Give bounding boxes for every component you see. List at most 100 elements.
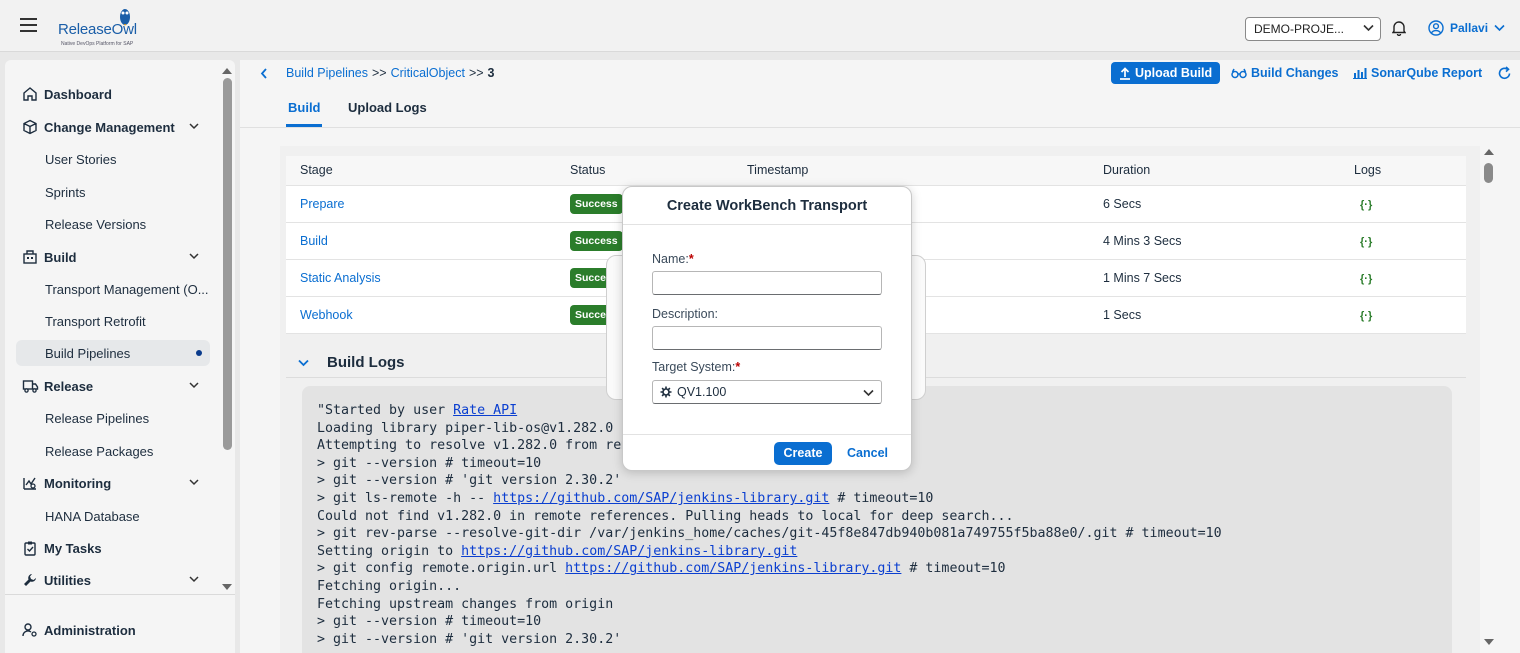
log-line: > git rev-parse --resolve-git-dir /var/j… <box>317 525 1437 543</box>
duration-cell: 6 Secs <box>1089 185 1340 223</box>
scroll-up-icon[interactable] <box>1484 148 1494 156</box>
name-label: Name:* <box>652 252 694 266</box>
menu-icon[interactable] <box>20 18 38 32</box>
log-line-text: > git rev-parse --resolve-git-dir /var/j… <box>317 526 1222 542</box>
sidebar-item-utilities[interactable]: Utilities <box>5 567 215 593</box>
stage-link[interactable]: Prepare <box>300 197 344 211</box>
logs-code-icon[interactable]: {·} <box>1360 310 1372 322</box>
log-line-text: "Started by user <box>317 403 454 418</box>
log-line-link[interactable]: https://github.com/SAP/jenkins-library.g… <box>565 561 901 576</box>
sidebar: Dashboard Change Management User Stories… <box>5 60 235 653</box>
target-system-select[interactable]: QV1.100 <box>652 380 882 404</box>
breadcrumb: Build Pipelines >> CriticalObject >> 3 <box>260 66 495 80</box>
chevron-down-icon <box>189 253 199 260</box>
scroll-down-icon[interactable] <box>1484 638 1494 646</box>
logs-code-icon[interactable]: {·} <box>1360 273 1372 285</box>
log-line-link[interactable]: https://github.com/SAP/jenkins-library.g… <box>461 544 797 559</box>
chevron-down-icon <box>189 382 199 389</box>
chevron-down-icon <box>863 389 874 397</box>
sidebar-item-my-tasks[interactable]: My Tasks <box>5 535 215 561</box>
tab-bar: Build Upload Logs <box>240 90 1520 128</box>
chevron-down-icon <box>189 479 199 486</box>
tab-build[interactable]: Build <box>288 100 321 115</box>
sonarqube-report-button[interactable]: SonarQube Report <box>1353 62 1482 84</box>
back-chevron-icon[interactable] <box>260 67 268 79</box>
log-line: Setting origin to https://github.com/SAP… <box>317 543 1437 561</box>
sidebar-item-transport-retrofit[interactable]: Transport Retrofit <box>5 308 215 334</box>
description-label: Description: <box>652 307 718 321</box>
sidebar-item-build-pipelines[interactable]: Build Pipelines <box>16 340 210 366</box>
log-line: > git ls-remote -h -- https://github.com… <box>317 490 1437 508</box>
chevron-down-icon <box>1363 24 1374 32</box>
home-icon <box>22 86 40 102</box>
monitoring-icon <box>22 475 40 491</box>
glasses-icon <box>1231 68 1247 79</box>
stage-link[interactable]: Webhook <box>300 308 353 322</box>
project-select[interactable]: DEMO-PROJE... <box>1245 17 1381 41</box>
building-icon <box>22 249 40 265</box>
sidebar-item-monitoring[interactable]: Monitoring <box>5 470 215 496</box>
sidebar-item-user-stories[interactable]: User Stories <box>5 146 215 172</box>
sidebar-item-label: Release Versions <box>45 216 147 232</box>
cancel-button[interactable]: Cancel <box>847 442 888 465</box>
sidebar-scrollbar-thumb[interactable] <box>223 78 232 450</box>
sidebar-item-label: User Stories <box>45 151 117 167</box>
required-mark: * <box>735 360 741 374</box>
log-line-text: > git --version # 'git version 2.30.2' <box>317 631 622 647</box>
log-line: > git config remote.origin.url https://g… <box>317 560 1437 578</box>
log-line-link[interactable]: https://github.com/SAP/jenkins-library.g… <box>493 491 829 506</box>
breadcrumb-current: 3 <box>487 66 495 80</box>
bell-icon[interactable] <box>1392 20 1406 36</box>
column-header-logs: Logs <box>1340 156 1466 186</box>
sidebar-item-dashboard[interactable]: Dashboard <box>5 81 215 107</box>
log-line: > git --version # 'git version 2.30.2' <box>317 472 1437 490</box>
sidebar-item-label: Build <box>44 249 77 265</box>
log-line-text: Loading library piper-lib-os@v1.282.0 <box>317 420 614 436</box>
status-badge: Succe <box>570 304 611 325</box>
active-indicator-dot <box>196 350 202 356</box>
sidebar-item-change-management[interactable]: Change Management <box>5 114 215 140</box>
sidebar-item-administration[interactable]: Administration <box>5 617 215 643</box>
build-changes-button[interactable]: Build Changes <box>1231 62 1339 84</box>
sidebar-item-release[interactable]: Release <box>5 373 215 399</box>
log-line-text: > git --version # 'git version 2.30.2' <box>317 473 622 489</box>
stage-link[interactable]: Build <box>300 234 328 248</box>
table-header-row: Stage Status Timestamp Duration Logs <box>286 156 1466 186</box>
sidebar-item-label: Transport Management (O... <box>45 281 209 297</box>
log-line-text: > git ls-remote -h -- <box>317 490 494 506</box>
sidebar-item-transport-management[interactable]: Transport Management (O... <box>5 276 215 302</box>
clipboard-icon <box>22 540 40 556</box>
log-line: > git --version # timeout=10 <box>317 613 1437 631</box>
sidebar-item-hana-database[interactable]: HANA Database <box>5 503 215 529</box>
truck-icon <box>22 378 40 394</box>
sidebar-item-release-pipelines[interactable]: Release Pipelines <box>5 405 215 431</box>
status-badge: Success <box>570 230 623 251</box>
main-scrollbar-thumb[interactable] <box>1484 163 1493 183</box>
sidebar-item-label: Sprints <box>45 184 86 200</box>
name-input[interactable] <box>652 271 882 295</box>
log-line: Fetching origin... <box>317 578 1437 596</box>
user-menu[interactable]: Pallavi <box>1428 20 1505 36</box>
column-header-duration: Duration <box>1089 156 1340 186</box>
breadcrumb-critical-object[interactable]: CriticalObject <box>391 66 465 80</box>
sidebar-item-build[interactable]: Build <box>5 244 215 270</box>
breadcrumb-build-pipelines[interactable]: Build Pipelines <box>286 66 368 80</box>
chevron-down-icon[interactable] <box>298 359 309 367</box>
refresh-icon[interactable] <box>1497 66 1512 81</box>
description-input[interactable] <box>652 326 882 350</box>
sidebar-item-release-packages[interactable]: Release Packages <box>5 438 215 464</box>
duration-cell: 4 Mins 3 Secs <box>1089 222 1340 260</box>
tab-upload-logs[interactable]: Upload Logs <box>348 100 427 115</box>
logs-code-icon[interactable]: {·} <box>1360 199 1372 211</box>
project-select-value: DEMO-PROJE... <box>1254 22 1345 36</box>
sidebar-item-sprints[interactable]: Sprints <box>5 179 215 205</box>
log-line-link[interactable]: Rate API <box>453 403 517 418</box>
log-line: > git --version # 'git version 2.30.2' <box>317 631 1437 649</box>
sidebar-item-release-versions[interactable]: Release Versions <box>5 211 215 237</box>
stage-link[interactable]: Static Analysis <box>300 271 381 285</box>
logo-tagline: Native DevOps Platform for SAP <box>61 41 134 47</box>
create-button[interactable]: Create <box>774 442 832 465</box>
upload-build-button[interactable]: Upload Build <box>1111 62 1221 84</box>
logs-code-icon[interactable]: {·} <box>1360 236 1372 248</box>
build-logs-title: Build Logs <box>327 354 405 371</box>
